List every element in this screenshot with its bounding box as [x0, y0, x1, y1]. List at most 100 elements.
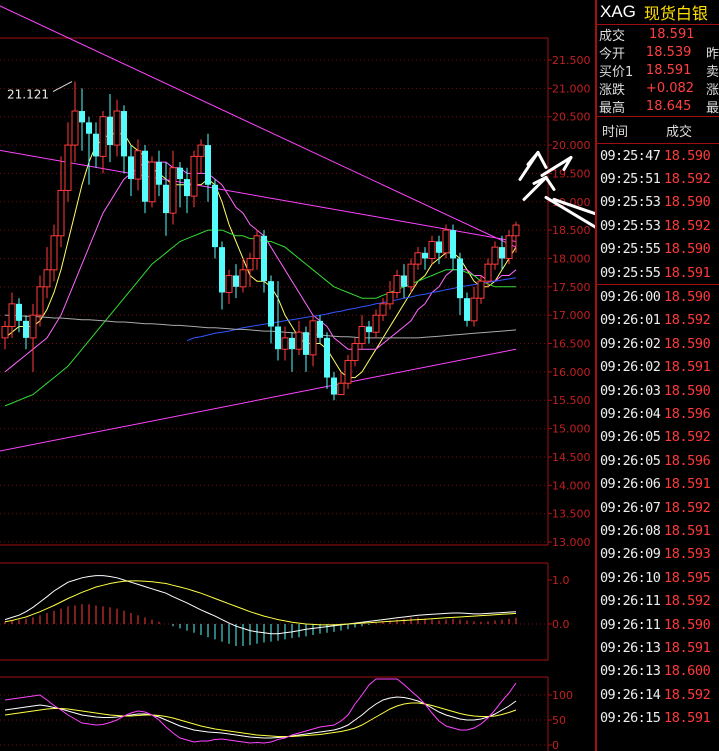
candle-body	[337, 382, 345, 396]
candle-body	[64, 144, 72, 191]
price-tick-label: 15.500	[552, 394, 591, 407]
tick-row[interactable]: 09:26:02 18.591	[597, 356, 719, 379]
tick-price: 18.590	[664, 147, 711, 164]
tick-row[interactable]: 09:26:13 18.600	[597, 660, 719, 683]
chart-svg[interactable]: 21.50021.00020.50020.00019.50019.00018.5…	[0, 0, 595, 751]
tick-time: 09:26:08	[600, 522, 661, 539]
candle-body	[156, 162, 162, 185]
tick-time: 09:26:05	[600, 429, 661, 446]
ticks-header-price: 成交	[666, 124, 693, 140]
tick-row[interactable]: 09:25:53 18.592	[597, 214, 719, 237]
tick-row[interactable]: 09:26:00 18.590	[597, 284, 719, 308]
tick-row[interactable]: 09:25:55 18.590	[597, 238, 719, 261]
tick-row[interactable]: 09:26:05 18.592	[597, 426, 719, 449]
tick-row[interactable]: 09:26:08 18.591	[597, 519, 719, 542]
tick-time: 09:25:55	[600, 264, 661, 281]
tick-row[interactable]: 09:25:55 18.591	[597, 261, 719, 284]
price-tick-label: 16.000	[552, 366, 591, 379]
candle-body	[499, 247, 505, 259]
hand-drawn-arrow-stroke	[536, 150, 548, 169]
tick-row[interactable]: 09:26:02 18.590	[597, 332, 719, 355]
tick-time: 09:25:53	[600, 194, 661, 211]
price-tick-label: 21.500	[552, 54, 591, 67]
tick-time: 09:26:13	[600, 663, 661, 680]
quote-value: 18.591	[649, 26, 695, 42]
candle-body	[457, 258, 463, 299]
tick-price: 18.600	[664, 663, 711, 680]
candle-body	[275, 326, 281, 350]
quote-row: 买价1 18.591 卖	[597, 61, 719, 80]
candle-body	[386, 291, 394, 305]
price-tick-label: 16.500	[552, 338, 591, 351]
candle-body	[512, 224, 520, 237]
tick-row[interactable]: 09:26:10 18.595	[597, 566, 719, 589]
tick-price: 18.591	[664, 710, 711, 727]
tick-price: 18.592	[664, 217, 711, 234]
candle-body	[205, 145, 211, 185]
tick-row[interactable]: 09:26:03 18.590	[597, 379, 719, 402]
trendline	[0, 348, 517, 452]
moving-average-line	[4, 161, 517, 373]
tick-time: 09:26:00	[600, 289, 661, 306]
quote-label: 成交	[599, 28, 626, 44]
candle-body	[470, 297, 478, 322]
candle-body	[366, 326, 372, 333]
tick-time: 09:26:04	[600, 405, 661, 422]
price-tick-label: 13.500	[552, 508, 591, 521]
tick-row[interactable]: 09:26:06 18.591	[597, 472, 719, 495]
tick-price: 18.595	[664, 569, 711, 586]
quote-row: 最高 18.645 最	[597, 97, 719, 116]
tick-price: 18.591	[664, 264, 711, 281]
tick-row[interactable]: 09:25:53 18.590	[597, 191, 719, 214]
candle-body	[491, 246, 499, 265]
quote-value: +0.082	[645, 80, 695, 96]
candle-body	[1, 326, 9, 339]
quote-extra-label: 昨	[705, 46, 719, 62]
candle-body	[407, 263, 415, 288]
candlestick-chart-area[interactable]: 21.500 21.000 20.500 20.000 19.500 19.000 18.5…	[0, 0, 595, 751]
candle-body	[246, 257, 254, 271]
price-tick-label: 18.500	[552, 224, 591, 237]
quote-extra-label: 卖	[705, 64, 719, 80]
tick-list[interactable]: 09:25:47 18.590 09:25:51 18.592 09:25:53 18.5…	[597, 144, 719, 730]
tick-price: 18.592	[664, 686, 711, 703]
tick-row[interactable]: 09:26:14 18.592	[597, 683, 719, 706]
quote-list: 成交 18.591 今开 18.539 昨买价1 18.591 卖涨跌 +0.082 涨最高 18…	[597, 25, 719, 117]
candle-body	[225, 274, 233, 293]
tick-price: 18.593	[664, 546, 711, 563]
tick-row[interactable]: 09:26:05 18.596	[597, 449, 719, 472]
tick-price: 18.591	[664, 639, 711, 656]
candle-body	[57, 189, 65, 237]
tick-price: 18.592	[664, 499, 711, 516]
price-tick-label: 15.000	[552, 423, 591, 436]
candle-body	[113, 110, 121, 146]
kdj-tick-label: 50	[552, 714, 566, 727]
tick-row[interactable]: 09:26:13 18.591	[597, 636, 719, 659]
trendline	[0, 149, 517, 242]
candle-body	[169, 167, 177, 214]
tick-row[interactable]: 09:26:15 18.591	[597, 706, 719, 729]
tick-row[interactable]: 09:25:47 18.590	[597, 144, 719, 167]
tick-price: 18.590	[664, 241, 711, 258]
tick-row[interactable]: 09:26:11 18.592	[597, 589, 719, 612]
price-tick-label: 13.000	[552, 536, 591, 549]
tick-row[interactable]: 09:25:51 18.592	[597, 167, 719, 190]
moving-average-line	[5, 314, 517, 339]
tick-row[interactable]: 09:26:04 18.596	[597, 402, 719, 425]
tick-row[interactable]: 09:26:07 18.592	[597, 496, 719, 519]
tick-row[interactable]: 09:26:01 18.592	[597, 309, 719, 332]
candle-body	[317, 320, 323, 338]
candle-body	[142, 150, 148, 202]
candle-body	[79, 111, 85, 123]
tick-row[interactable]: 09:26:09 18.593	[597, 543, 719, 566]
tick-row[interactable]: 09:26:11 18.590	[597, 613, 719, 636]
macd-tick-label: 0.0	[552, 618, 570, 631]
quote-label: 买价1	[599, 64, 634, 80]
tick-time: 09:26:14	[600, 686, 661, 703]
candle-body	[212, 184, 218, 248]
candle-body	[50, 235, 58, 271]
tick-time: 09:26:07	[600, 499, 661, 516]
quote-row: 涨跌 +0.082 涨	[597, 79, 719, 98]
kdj-tick-label: 100	[552, 689, 573, 702]
candle-body	[379, 303, 387, 316]
